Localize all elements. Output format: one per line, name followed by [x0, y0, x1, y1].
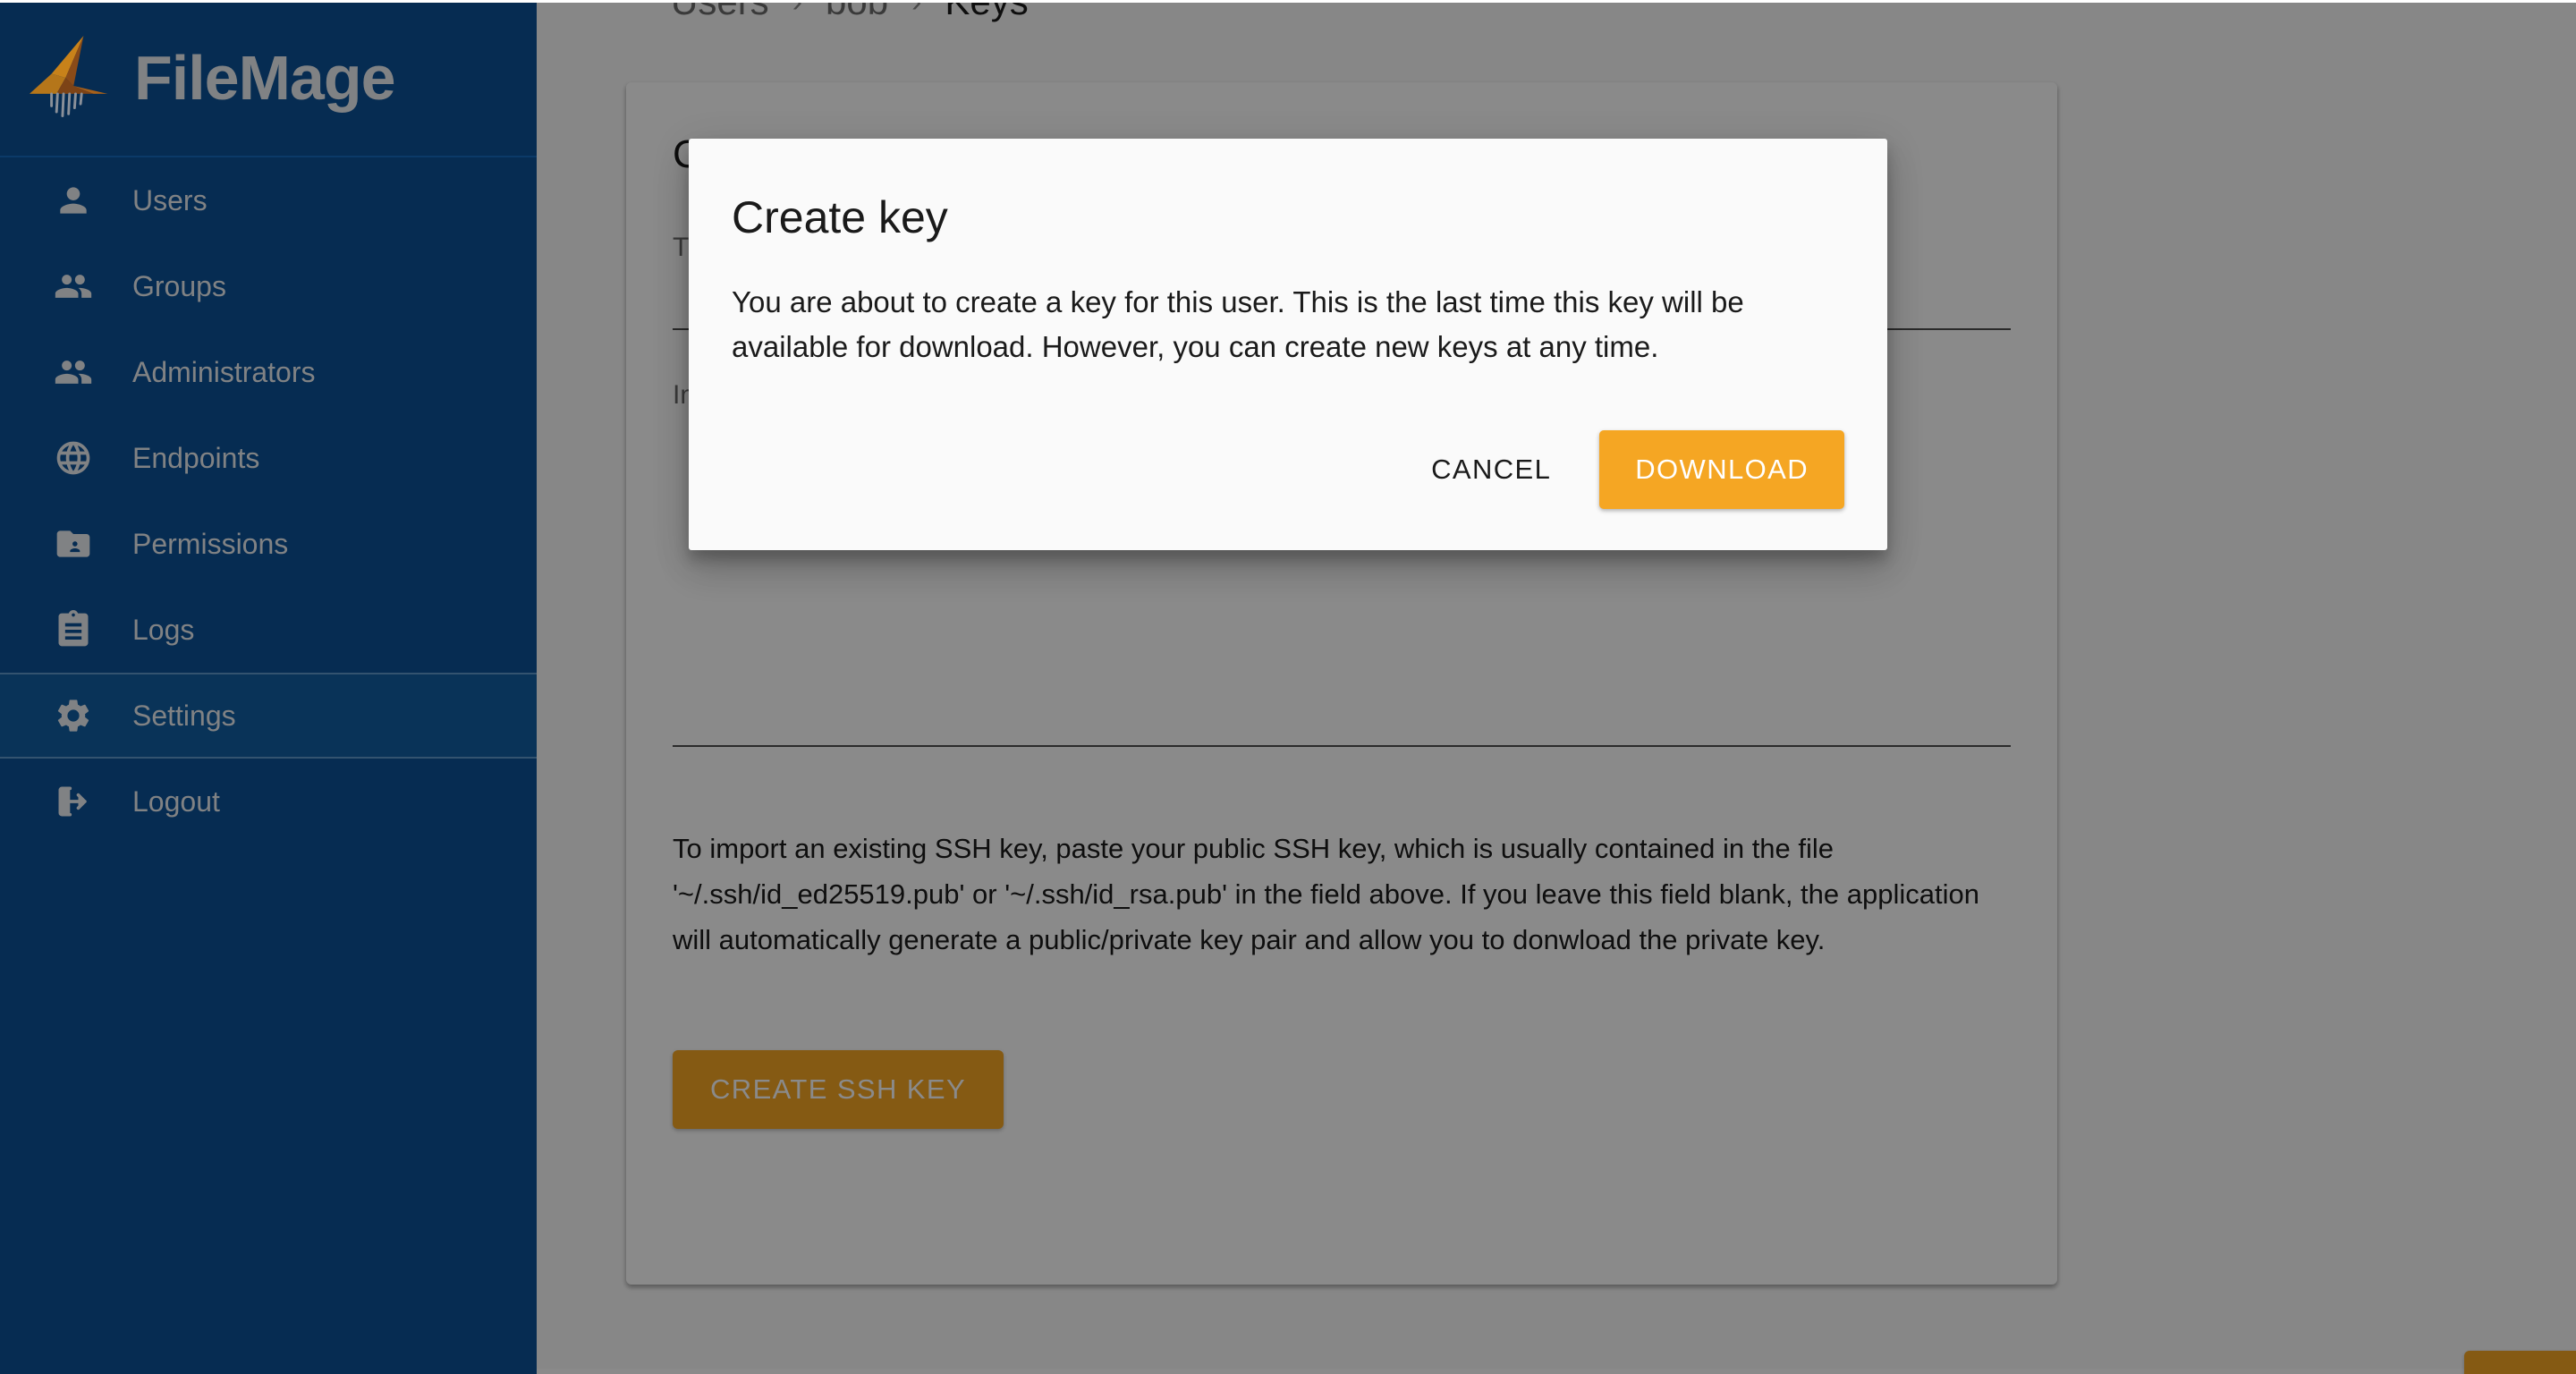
modal-title: Create key — [732, 192, 948, 242]
sidebar-item-settings[interactable]: Settings — [0, 673, 537, 759]
brand-name: FileMage — [134, 43, 396, 113]
sidebar-item-users[interactable]: Users — [0, 157, 537, 243]
globe-icon — [54, 438, 93, 478]
logout-icon — [54, 782, 93, 821]
sidebar-item-label: Groups — [132, 269, 226, 302]
sidebar-item-label: Logs — [132, 613, 195, 646]
brand-logo[interactable]: FileMage — [0, 0, 537, 157]
person-icon — [54, 181, 93, 220]
sidebar-item-label: Logout — [132, 785, 220, 818]
people-admin-icon — [54, 352, 93, 392]
wizard-hat-icon — [21, 28, 122, 128]
modal-actions: CANCEL DOWNLOAD — [732, 430, 1844, 525]
modal-body-text: You are about to create a key for this u… — [732, 285, 1744, 364]
gear-icon — [54, 696, 93, 735]
sidebar-item-label: Users — [132, 183, 208, 216]
download-button[interactable]: DOWNLOAD — [1599, 430, 1844, 510]
cancel-button[interactable]: CANCEL — [1404, 434, 1578, 505]
sidebar-item-label: Endpoints — [132, 441, 260, 474]
sidebar-item-label: Settings — [132, 699, 236, 732]
app-root: FileMage Users Groups Administrators End… — [0, 0, 2576, 1374]
people-icon — [54, 267, 93, 306]
sidebar-item-administrators[interactable]: Administrators — [0, 329, 537, 415]
top-edge-strip — [0, 0, 2576, 3]
sidebar-item-groups[interactable]: Groups — [0, 243, 537, 329]
sidebar-item-logout[interactable]: Logout — [0, 759, 537, 844]
folder-person-icon — [54, 524, 93, 564]
sidebar-item-logs[interactable]: Logs — [0, 587, 537, 673]
sidebar-item-permissions[interactable]: Permissions — [0, 501, 537, 587]
create-key-modal: Create key You are about to create a key… — [689, 139, 1887, 551]
sidebar-item-endpoints[interactable]: Endpoints — [0, 415, 537, 501]
sidebar-item-label: Permissions — [132, 527, 289, 560]
sidebar: FileMage Users Groups Administrators End… — [0, 0, 537, 1374]
sidebar-item-label: Administrators — [132, 355, 316, 388]
clipboard-icon — [54, 610, 93, 649]
